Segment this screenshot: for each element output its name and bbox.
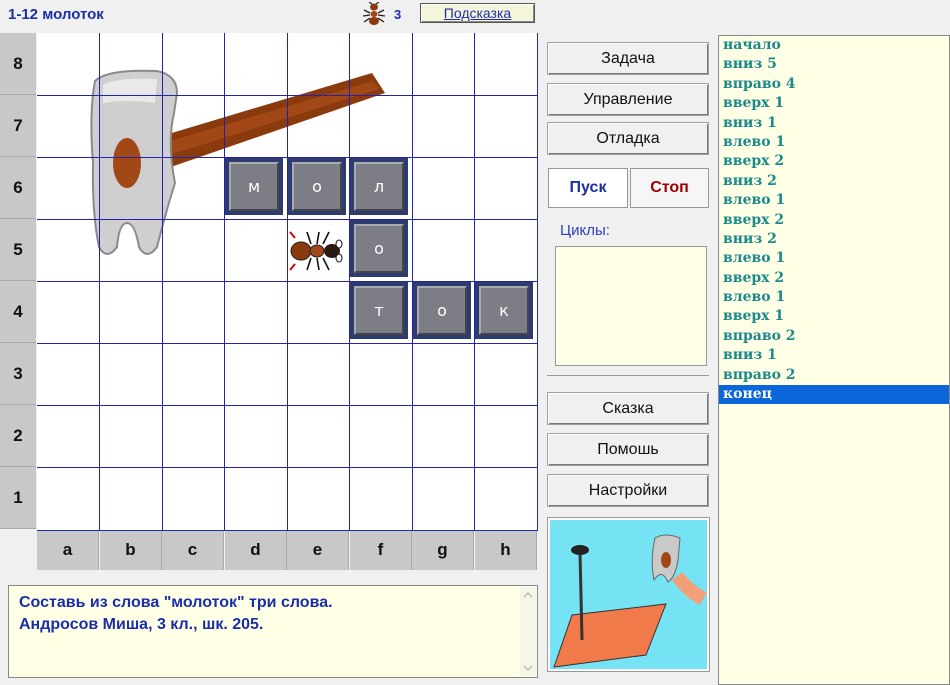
debug-button[interactable]: Отладка: [547, 122, 709, 155]
letter-tile-e6: о: [288, 158, 346, 215]
help-button[interactable]: Помошь: [547, 433, 709, 466]
col-label-f: f: [350, 530, 412, 570]
task-illustration: [548, 518, 709, 671]
letter-tile-f4: т: [350, 282, 408, 339]
level-title: 1-12 молоток: [8, 6, 104, 23]
program-item[interactable]: вправо 2: [719, 366, 949, 385]
program-item[interactable]: вправо 2: [719, 327, 949, 346]
row-label-6: 6: [0, 157, 36, 219]
game-board[interactable]: м о л о т о к: [37, 33, 538, 531]
task-text: Составь из слова "молоток" три слова.: [19, 594, 333, 611]
program-item[interactable]: вниз 2: [719, 230, 949, 249]
col-label-e: e: [287, 530, 349, 570]
ant-icon: [362, 2, 386, 25]
tale-button[interactable]: Сказка: [547, 392, 709, 425]
stop-button[interactable]: Стоп: [630, 168, 709, 208]
program-item[interactable]: вниз 1: [719, 114, 949, 133]
program-item[interactable]: вверх 2: [719, 269, 949, 288]
cycles-list[interactable]: [555, 246, 707, 366]
program-item[interactable]: влево 1: [719, 249, 949, 268]
letter-tile-g4: о: [413, 282, 471, 339]
program-item[interactable]: вверх 1: [719, 94, 949, 113]
letter-tile-h4: к: [475, 282, 533, 339]
settings-button[interactable]: Настройки: [547, 474, 709, 507]
control-button[interactable]: Управление: [547, 83, 709, 116]
row-label-8: 8: [0, 33, 36, 95]
letter-tile-f5: о: [350, 220, 408, 277]
row-label-7: 7: [0, 95, 36, 157]
program-item[interactable]: влево 1: [719, 133, 949, 152]
row-label-4: 4: [0, 281, 36, 343]
col-label-a: a: [37, 530, 99, 570]
row-label-3: 3: [0, 343, 36, 405]
program-item[interactable]: влево 1: [719, 288, 949, 307]
program-item[interactable]: вниз 1: [719, 346, 949, 365]
hint-button[interactable]: Подсказка: [420, 3, 535, 23]
program-item[interactable]: вверх 2: [719, 152, 949, 171]
divider: [547, 375, 709, 376]
letter-tile-f6: л: [350, 158, 408, 215]
row-label-2: 2: [0, 405, 36, 467]
col-label-h: h: [475, 530, 537, 570]
program-item[interactable]: начало: [719, 36, 949, 55]
ant-player-icon[interactable]: [287, 226, 349, 276]
row-label-1: 1: [0, 467, 36, 529]
program-item[interactable]: вверх 1: [719, 307, 949, 326]
task-description: Составь из слова "молоток" три слова. Ан…: [8, 585, 538, 678]
ant-count: 3: [394, 6, 402, 22]
col-label-d: d: [225, 530, 287, 570]
ant-counter: 3: [360, 2, 401, 26]
col-label-g: g: [412, 530, 474, 570]
program-item[interactable]: вниз 5: [719, 55, 949, 74]
program-item[interactable]: вправо 4: [719, 75, 949, 94]
program-item-selected[interactable]: конец: [719, 385, 949, 405]
run-button[interactable]: Пуск: [548, 168, 628, 208]
task-button[interactable]: Задача: [547, 42, 709, 75]
cycles-label: Циклы:: [560, 222, 610, 239]
scrollbar[interactable]: [520, 587, 536, 676]
author-text: Андросов Миша, 3 кл., шк. 205.: [19, 616, 264, 633]
program-item[interactable]: вверх 2: [719, 211, 949, 230]
program-item[interactable]: вниз 2: [719, 172, 949, 191]
col-label-c: c: [162, 530, 224, 570]
letter-tile-d6: м: [225, 158, 283, 215]
col-label-b: b: [100, 530, 162, 570]
program-list[interactable]: начало вниз 5 вправо 4 вверх 1 вниз 1 вл…: [718, 35, 950, 685]
program-item[interactable]: влево 1: [719, 191, 949, 210]
row-label-5: 5: [0, 219, 36, 281]
